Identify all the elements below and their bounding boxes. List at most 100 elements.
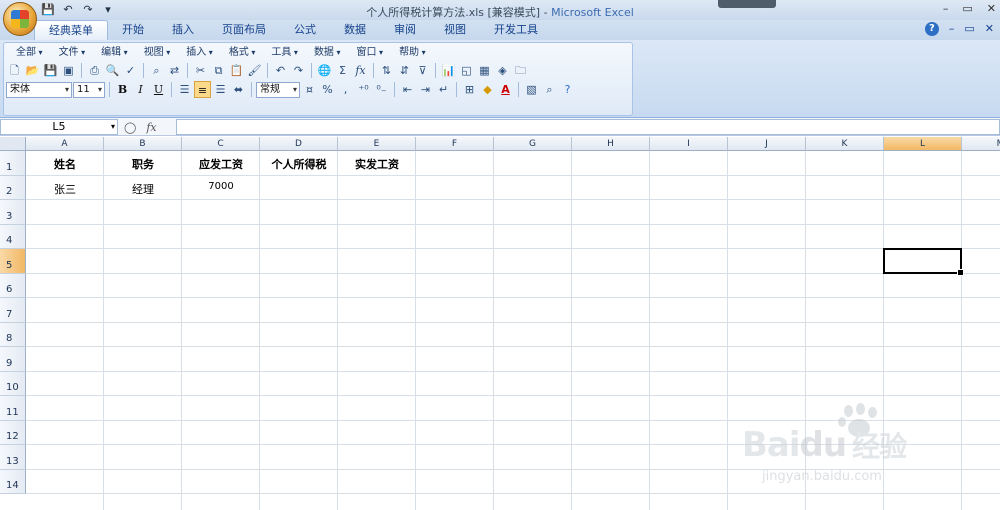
row-header[interactable]: 9 xyxy=(0,347,26,372)
zoom-icon[interactable]: ⌕ xyxy=(541,81,558,98)
cut-icon[interactable]: ✂ xyxy=(192,62,209,79)
ribbon-tab[interactable]: 公式 xyxy=(280,20,330,40)
maximize-button[interactable]: ▭ xyxy=(962,2,972,15)
undo-icon[interactable]: ↶ xyxy=(272,62,289,79)
percent-style-button[interactable]: % xyxy=(319,81,336,98)
styles-icon[interactable]: ▧ xyxy=(523,81,540,98)
hyperlink-icon[interactable]: 🌐 xyxy=(316,62,333,79)
row-header[interactable]: 7 xyxy=(0,298,26,323)
name-box[interactable]: L5 xyxy=(0,119,118,135)
sort-ascending-icon[interactable]: ⇅ xyxy=(378,62,395,79)
ribbon-tab[interactable]: 数据 xyxy=(330,20,380,40)
cell-b1[interactable]: 职务 xyxy=(104,156,182,172)
classic-menu-item[interactable]: 窗口 xyxy=(349,45,392,61)
open-folder-icon[interactable]: 📂 xyxy=(24,62,41,79)
ribbon-tab[interactable]: 插入 xyxy=(158,20,208,40)
classic-menu-item[interactable]: 数据 xyxy=(306,45,349,61)
comma-style-button[interactable]: , xyxy=(337,81,354,98)
ribbon-tab[interactable]: 开始 xyxy=(108,20,158,40)
drawing-icon[interactable]: ◱ xyxy=(458,62,475,79)
shapes-icon[interactable]: ◈ xyxy=(494,62,511,79)
underline-button[interactable]: U xyxy=(150,81,167,98)
decrease-indent-icon[interactable]: ⇤ xyxy=(399,81,416,98)
column-header[interactable]: H xyxy=(572,137,650,151)
folder-icon[interactable]: 🗀 xyxy=(512,62,529,79)
table-icon[interactable]: ▦ xyxy=(476,62,493,79)
cell-e1[interactable]: 实发工资 xyxy=(338,156,416,172)
increase-indent-icon[interactable]: ⇥ xyxy=(417,81,434,98)
workbook-close-button[interactable]: ✕ xyxy=(985,22,994,36)
research-icon[interactable]: ⌕ xyxy=(148,62,165,79)
active-cell-border[interactable] xyxy=(883,248,964,275)
spell-check-icon[interactable]: ✓ xyxy=(122,62,139,79)
column-header[interactable]: A xyxy=(26,137,104,151)
insert-function-icon[interactable]: fx xyxy=(352,62,369,79)
decrease-decimal-icon[interactable]: ⁰₋ xyxy=(373,81,390,98)
classic-menu-item[interactable]: 插入 xyxy=(178,45,221,61)
select-all-corner[interactable] xyxy=(0,137,26,151)
column-header[interactable]: D xyxy=(260,137,338,151)
column-header[interactable]: K xyxy=(806,137,884,151)
ribbon-tab[interactable]: 经典菜单 xyxy=(34,20,108,40)
classic-menu-item[interactable]: 视图 xyxy=(136,45,179,61)
column-header[interactable]: I xyxy=(650,137,728,151)
help-icon[interactable]: ? xyxy=(924,22,939,36)
row-header[interactable]: 10 xyxy=(0,371,26,396)
classic-menu-item[interactable]: 格式 xyxy=(221,45,264,61)
font-color-icon[interactable]: A xyxy=(497,81,514,98)
font-name-combo[interactable]: 宋体 xyxy=(6,81,72,98)
font-size-combo[interactable]: 11 xyxy=(73,81,105,98)
italic-button[interactable]: I xyxy=(132,81,149,98)
cell-b2[interactable]: 经理 xyxy=(104,181,182,197)
column-header[interactable]: C xyxy=(182,137,260,151)
help-icon[interactable]: ? xyxy=(559,81,576,98)
classic-menu-item[interactable]: 编辑 xyxy=(93,45,136,61)
align-right-icon[interactable]: ☰ xyxy=(212,81,229,98)
row-header[interactable]: 1 xyxy=(0,151,26,176)
ribbon-tab[interactable]: 页面布局 xyxy=(208,20,280,40)
increase-decimal-icon[interactable]: ⁺⁰ xyxy=(355,81,372,98)
permission-icon[interactable]: ▣ xyxy=(60,62,77,79)
column-header[interactable]: G xyxy=(494,137,572,151)
row-header[interactable]: 6 xyxy=(0,273,26,298)
number-format-combo[interactable]: 常规 xyxy=(256,81,300,98)
cell-d1[interactable]: 个人所得税 xyxy=(260,156,338,172)
ribbon-tab[interactable]: 开发工具 xyxy=(480,20,552,40)
formula-expand-icon[interactable]: ◯ xyxy=(124,121,136,134)
insert-function-button[interactable]: fx xyxy=(146,121,156,134)
chart-icon[interactable]: 📊 xyxy=(440,62,457,79)
row-header[interactable]: 11 xyxy=(0,396,26,421)
classic-menu-item[interactable]: 全部 xyxy=(8,45,51,61)
print-icon[interactable]: ⎙ xyxy=(86,62,103,79)
format-painter-icon[interactable]: 🖌 xyxy=(246,62,263,79)
row-header[interactable]: 13 xyxy=(0,445,26,470)
row-header[interactable]: 4 xyxy=(0,224,26,249)
align-left-icon[interactable]: ☰ xyxy=(176,81,193,98)
row-header[interactable]: 3 xyxy=(0,200,26,225)
column-header[interactable]: F xyxy=(416,137,494,151)
print-preview-icon[interactable]: 🔍 xyxy=(104,62,121,79)
translate-icon[interactable]: ⇄ xyxy=(166,62,183,79)
redo-icon[interactable]: ↷ xyxy=(290,62,307,79)
cell-a2[interactable]: 张三 xyxy=(26,181,104,197)
row-header[interactable]: 5 xyxy=(0,249,26,274)
autosum-icon[interactable]: Σ xyxy=(334,62,351,79)
wrap-text-icon[interactable]: ↵ xyxy=(435,81,452,98)
classic-menu-item[interactable]: 帮助 xyxy=(391,45,434,61)
align-center-icon[interactable]: ≡ xyxy=(194,81,211,98)
column-header[interactable]: M xyxy=(962,137,1000,151)
ribbon-tab[interactable]: 视图 xyxy=(430,20,480,40)
borders-icon[interactable]: ⊞ xyxy=(461,81,478,98)
bold-button[interactable]: B xyxy=(114,81,131,98)
row-header[interactable]: 12 xyxy=(0,420,26,445)
column-header[interactable]: B xyxy=(104,137,182,151)
fill-color-icon[interactable]: ◆ xyxy=(479,81,496,98)
classic-menu-item[interactable]: 工具 xyxy=(263,45,306,61)
merge-center-icon[interactable]: ⬌ xyxy=(230,81,247,98)
office-button[interactable] xyxy=(3,2,37,36)
new-document-icon[interactable]: 🗋 xyxy=(6,62,23,79)
cell-a1[interactable]: 姓名 xyxy=(26,156,104,172)
filter-icon[interactable]: ⊽ xyxy=(414,62,431,79)
ribbon-tab[interactable]: 审阅 xyxy=(380,20,430,40)
workbook-restore-button[interactable]: ▭ xyxy=(964,22,974,36)
